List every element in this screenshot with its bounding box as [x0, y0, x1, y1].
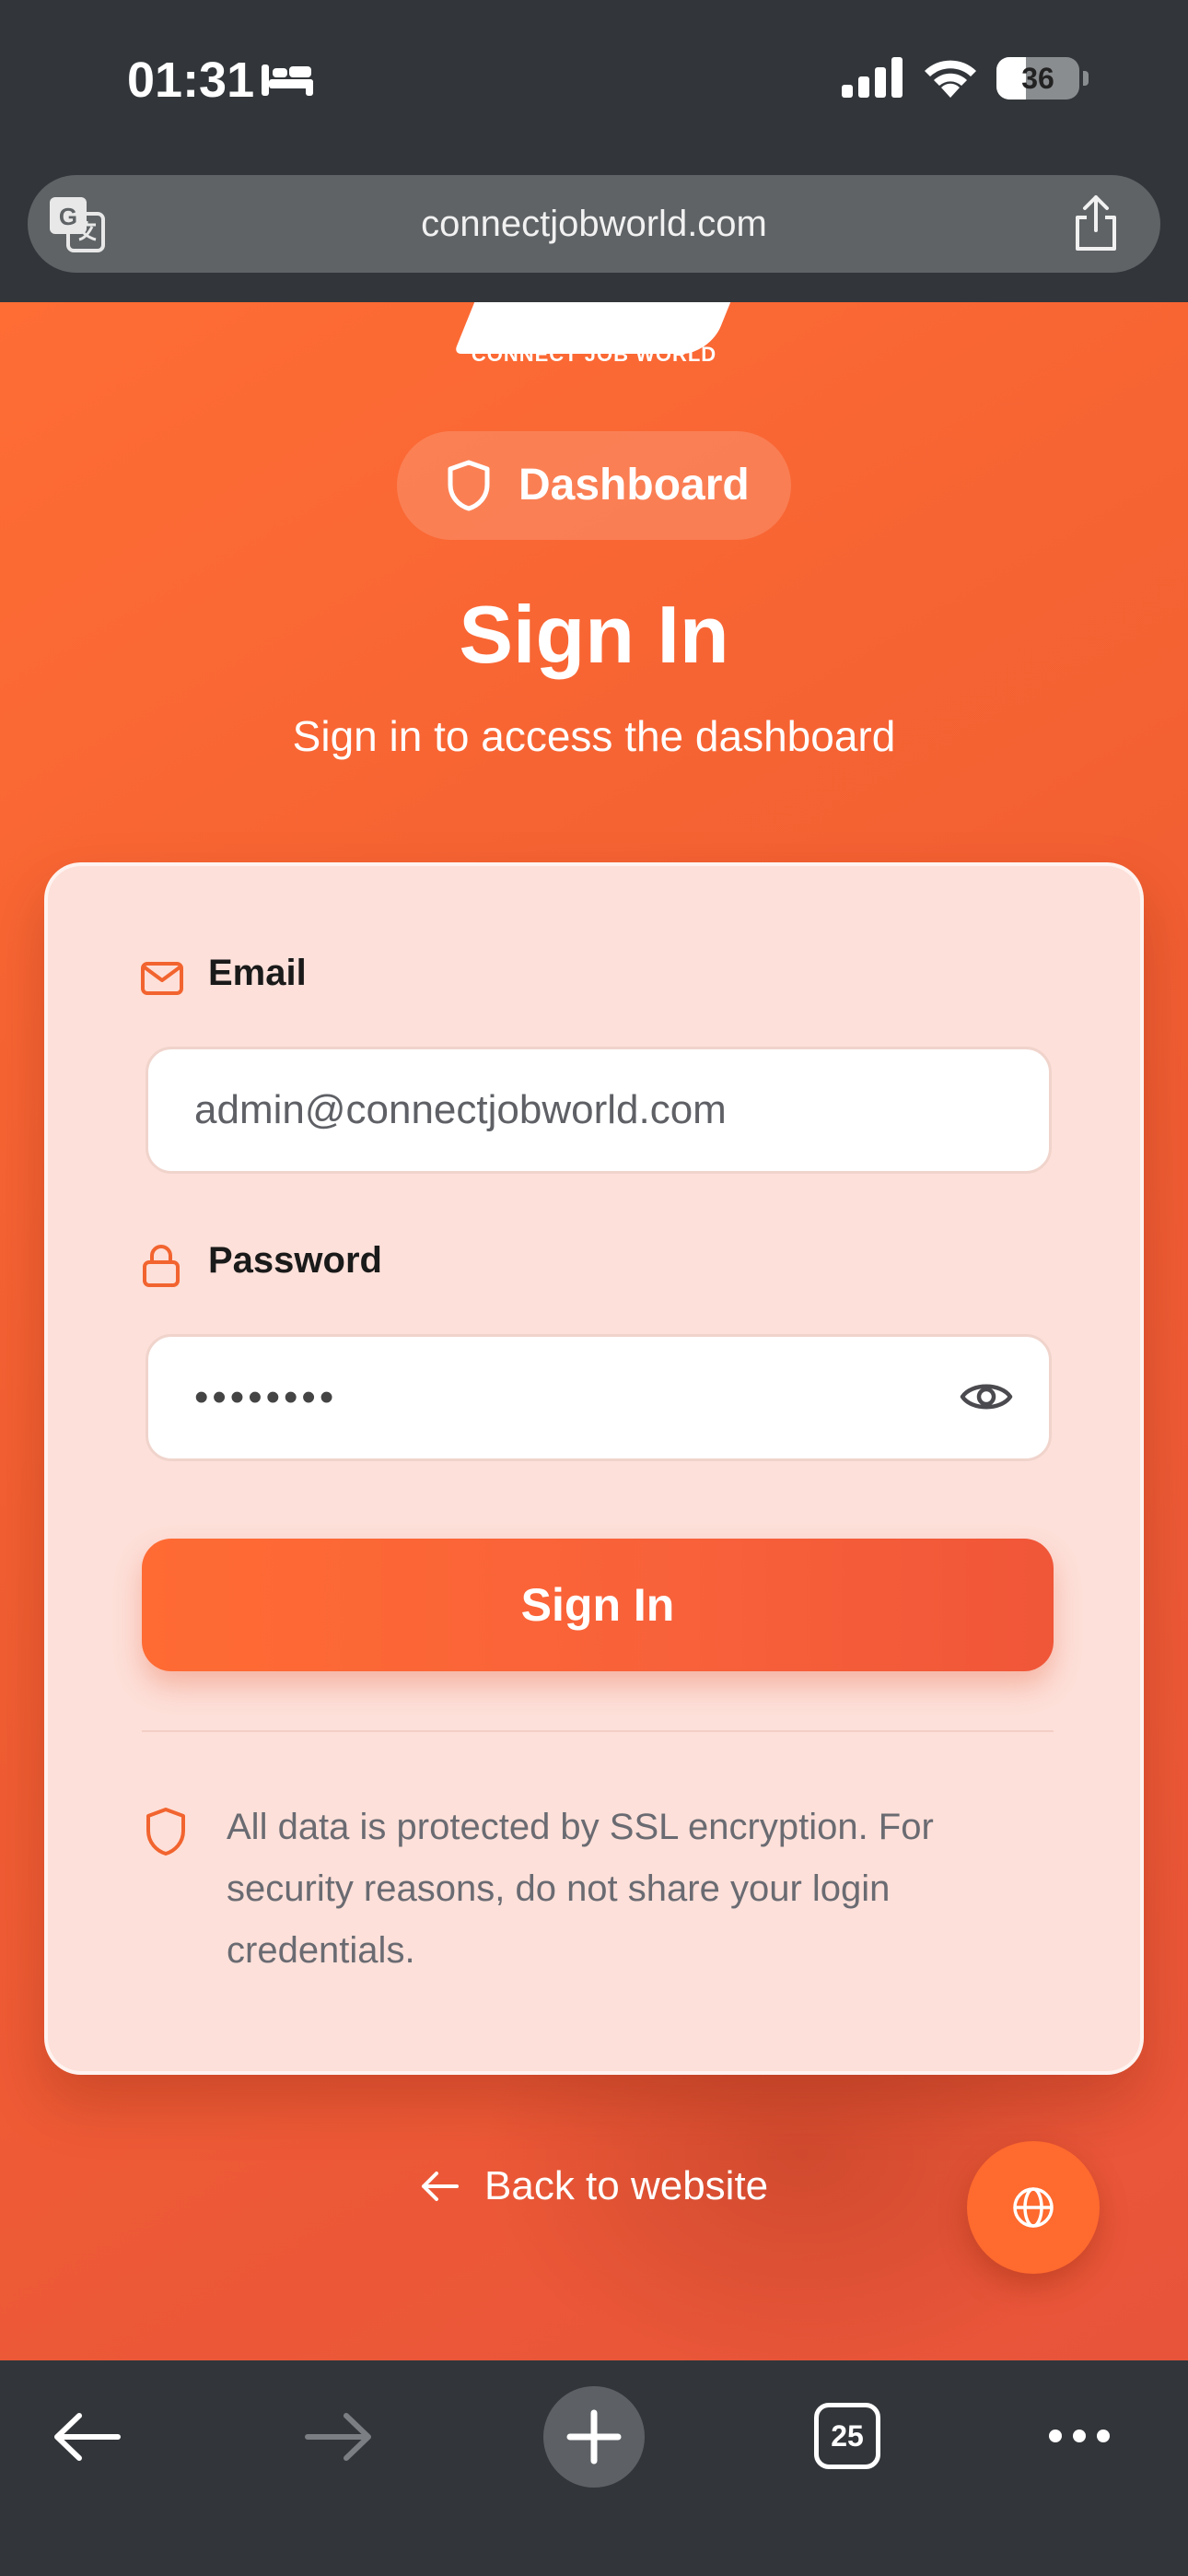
email-value: admin@connectjobworld.com — [194, 1087, 727, 1132]
email-label: Email — [208, 953, 307, 993]
battery-cap — [1083, 71, 1089, 86]
battery-percentage: 36 — [1021, 62, 1054, 95]
language-button[interactable] — [967, 2141, 1100, 2274]
new-tab-button[interactable] — [543, 2386, 645, 2488]
sign-in-button[interactable]: Sign In — [142, 1539, 1054, 1671]
login-card: Email admin@connectjobworld.com Password… — [44, 862, 1144, 2075]
battery-indicator: 36 — [996, 57, 1089, 100]
badge-label: Dashboard — [518, 461, 750, 509]
arrow-left-icon — [422, 2172, 459, 2201]
sign-in-page: CONNECT JOB WORLD Dashboard Sign In Sign… — [0, 302, 1188, 2360]
page-subtitle: Sign in to access the dashboard — [292, 712, 896, 760]
plus-icon — [566, 2409, 622, 2465]
password-label: Password — [208, 1240, 382, 1281]
more-options-icon[interactable] — [1046, 2425, 1112, 2447]
status-time: 01:31 — [127, 53, 255, 108]
screen: 01:31 36 G connectjobworld.com CONNECT J… — [0, 0, 1188, 2576]
tab-count-button[interactable]: 25 — [814, 2403, 880, 2469]
mail-icon — [141, 962, 183, 995]
back-arrow-icon[interactable] — [52, 2412, 122, 2462]
shield-icon — [146, 1808, 185, 1856]
url-text[interactable]: connectjobworld.com — [28, 175, 1160, 273]
globe-icon — [1013, 2187, 1054, 2228]
forward-arrow-icon[interactable] — [304, 2412, 374, 2462]
page-title: Sign In — [459, 589, 729, 680]
password-field[interactable]: •••••••• — [146, 1334, 1052, 1461]
divider — [142, 1730, 1054, 1732]
sleep-mode-icon — [262, 64, 313, 96]
security-notice: All data is protected by SSL encryption.… — [227, 1807, 934, 1971]
cellular-signal-icon — [842, 57, 903, 98]
email-field[interactable]: admin@connectjobworld.com — [146, 1047, 1052, 1174]
wifi-icon — [925, 60, 976, 98]
address-bar[interactable]: G connectjobworld.com — [28, 175, 1160, 273]
battery-body: 36 — [996, 57, 1079, 100]
shield-icon — [448, 460, 490, 511]
eye-icon[interactable] — [959, 1374, 1014, 1420]
password-value: •••••••• — [194, 1375, 338, 1420]
lock-icon — [143, 1245, 180, 1287]
logo-text: CONNECT JOB WORLD — [471, 343, 717, 366]
dashboard-badge: Dashboard — [397, 431, 791, 540]
status-bar: 01:31 36 — [0, 0, 1188, 162]
back-to-website-label: Back to website — [484, 2163, 769, 2208]
share-icon[interactable] — [1068, 193, 1124, 252]
browser-toolbar: 25 — [0, 2360, 1188, 2576]
